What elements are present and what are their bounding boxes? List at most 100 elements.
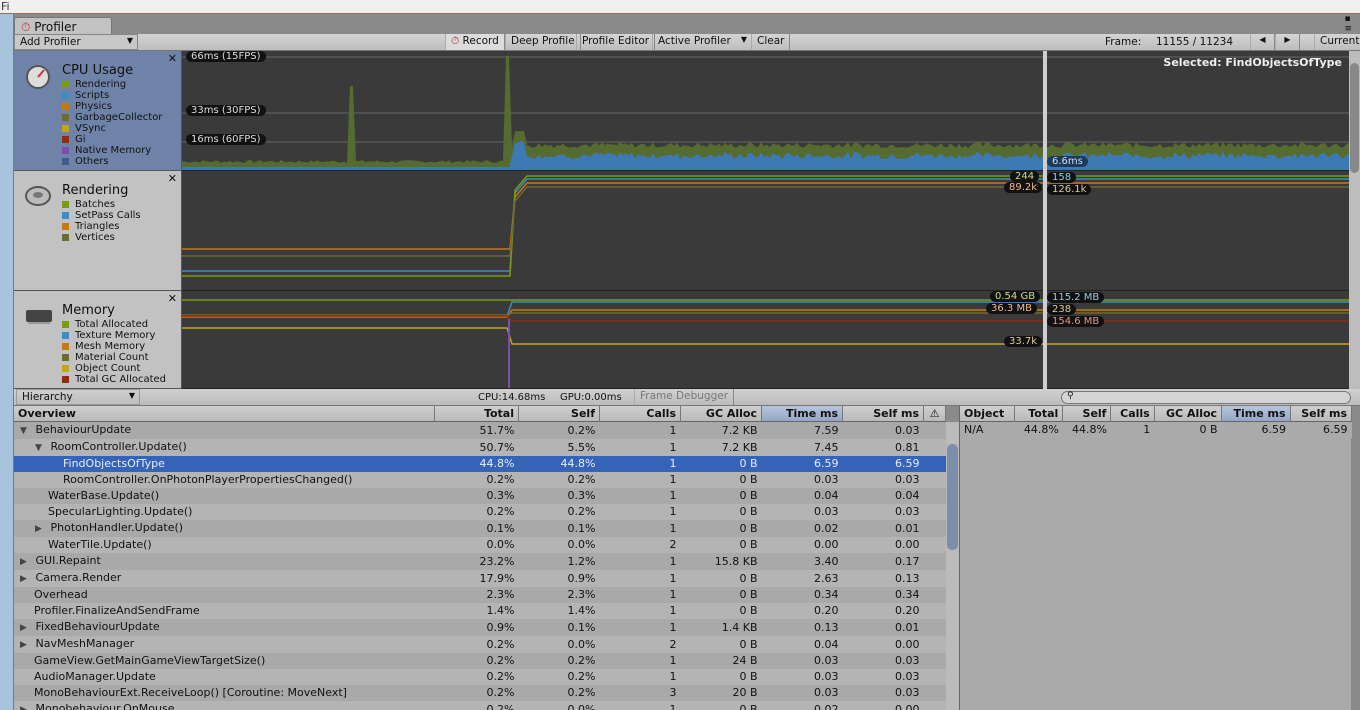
legend-item[interactable]: Physics: [62, 101, 162, 112]
cell: 2: [599, 537, 681, 553]
table-row[interactable]: ▶ GUI.Repaint 23.2% 1.2% 1 15.8 KB 3.40 0.17: [14, 553, 946, 570]
legend-item[interactable]: Object Count: [62, 363, 166, 374]
column-header[interactable]: Overview: [14, 406, 435, 422]
row-name: SpecularLighting.Update(): [48, 505, 193, 518]
table-row[interactable]: ▶ NavMeshManager 0.2% 0.0% 2 0 B 0.04 0.00: [14, 636, 946, 653]
record-button[interactable]: ⏱ Record: [445, 34, 505, 50]
table-row[interactable]: ▶ Monobehaviour.OnMouse 0.2% 0.0% 1 0 B 0.02 0…: [14, 701, 946, 710]
expand-toggle-icon[interactable]: ▶: [35, 521, 47, 537]
expand-toggle-icon[interactable]: ▶: [20, 637, 32, 653]
deep-profile-button[interactable]: Deep Profile: [505, 34, 581, 50]
memory-legend: Total Allocated Texture Memory Mesh Memory…: [62, 319, 166, 385]
legend-item[interactable]: Mesh Memory: [62, 341, 166, 352]
table-row[interactable]: Profiler.FinalizeAndSendFrame 1.4% 1.4% 1 0 …: [14, 603, 946, 619]
memory-chart[interactable]: 0.54 GB 36.3 MB 33.7k 115.2 MB 238 154.6…: [182, 291, 1350, 389]
table-row[interactable]: FindObjectsOfType 44.8% 44.8% 1 0 B 6.59 6.59: [14, 456, 946, 472]
legend-item[interactable]: Others: [62, 156, 162, 167]
legend-item[interactable]: Total GC Allocated: [62, 374, 166, 385]
charts-scrollbar[interactable]: [1349, 51, 1360, 389]
expand-toggle-icon[interactable]: ▶: [20, 702, 32, 710]
column-header[interactable]: Total: [434, 406, 519, 422]
frame-cursor[interactable]: [1043, 51, 1047, 389]
column-header[interactable]: Self: [518, 406, 600, 422]
cpu-chart[interactable]: 66ms (15FPS) 33ms (30FPS) 16ms (60FPS) S…: [182, 51, 1350, 171]
legend-item[interactable]: Native Memory: [62, 145, 162, 156]
legend-item[interactable]: Vertices: [62, 232, 141, 243]
next-frame-button[interactable]: ▶: [1275, 34, 1300, 50]
rendering-chart[interactable]: 244 89.2k 158 126.1k: [182, 171, 1350, 291]
column-header[interactable]: Self ms: [842, 406, 924, 422]
warning-icon[interactable]: ⚠: [923, 406, 946, 422]
expand-toggle-icon[interactable]: ▼: [35, 440, 47, 456]
table-row[interactable]: Overhead 2.3% 2.3% 1 0 B 0.34 0.34: [14, 587, 946, 603]
legend-item[interactable]: SetPass Calls: [62, 210, 141, 221]
expand-toggle-icon[interactable]: ▶: [20, 620, 32, 636]
column-label: Self: [571, 407, 595, 420]
table-row[interactable]: ▼ RoomController.Update() 50.7% 5.5% 1 7.2 K…: [14, 439, 946, 456]
tab-profiler[interactable]: ⏱ Profiler: [14, 17, 112, 35]
cell: 17.9%: [434, 570, 519, 587]
table-row[interactable]: ▶ PhotonHandler.Update() 0.1% 0.1% 1 0 B 0.02…: [14, 520, 946, 537]
column-header[interactable]: Object: [960, 406, 1016, 422]
legend-item[interactable]: VSync: [62, 123, 162, 134]
column-header[interactable]: GC Alloc: [680, 406, 762, 422]
table-row[interactable]: MonoBehaviourExt.ReceiveLoop() [Coroutin…: [14, 685, 946, 701]
table-row[interactable]: ▶ FixedBehaviourUpdate 0.9% 0.1% 1 1.4 KB 0.1…: [14, 619, 946, 636]
frame-debugger-button[interactable]: Frame Debugger: [634, 389, 735, 405]
add-profiler-dropdown[interactable]: Add Profiler ▼: [14, 34, 138, 50]
details-row[interactable]: N/A 44.8% 44.8% 1 0 B 6.59 6.59: [960, 422, 1352, 438]
column-header[interactable]: Calls: [1110, 406, 1155, 422]
column-label: Self ms: [1301, 407, 1347, 420]
legend-item[interactable]: Texture Memory: [62, 330, 166, 341]
table-row[interactable]: ▼ BehaviourUpdate 51.7% 0.2% 1 7.2 KB 7.59 0.0…: [14, 422, 946, 439]
legend-item[interactable]: Gi: [62, 134, 162, 145]
legend-item[interactable]: Rendering: [62, 79, 162, 90]
table-row[interactable]: WaterBase.Update() 0.3% 0.3% 1 0 B 0.04 0.04: [14, 488, 946, 504]
cell: 0.0%: [518, 701, 600, 710]
table-scrollbar[interactable]: [946, 422, 959, 710]
column-header[interactable]: Self: [1062, 406, 1112, 422]
memory-chip-icon: [26, 310, 52, 324]
active-profiler-dropdown[interactable]: Active Profiler ▼: [652, 34, 752, 50]
window-menu-icon[interactable]: ▪ ≡: [1344, 14, 1352, 34]
column-header[interactable]: Self ms: [1290, 406, 1353, 422]
table-row[interactable]: AudioManager.Update 0.2% 0.2% 1 0 B 0.03 0.03: [14, 669, 946, 685]
close-icon[interactable]: ✕: [168, 52, 177, 65]
column-header[interactable]: Time ms: [1221, 406, 1291, 422]
grid-label-66ms: 66ms (15FPS): [186, 51, 266, 62]
table-row[interactable]: GameView.GetMainGameViewTargetSize() 0.2%…: [14, 653, 946, 669]
view-dropdown[interactable]: Hierarchy ▼: [16, 389, 140, 405]
legend-item[interactable]: Total Allocated: [62, 319, 166, 330]
column-header[interactable]: GC Alloc: [1154, 406, 1223, 422]
expand-toggle-icon[interactable]: ▼: [20, 423, 32, 439]
cell: 7.59: [761, 422, 843, 439]
column-header[interactable]: Total: [1014, 406, 1064, 422]
clear-button[interactable]: Clear: [751, 34, 791, 50]
cpu-usage-panel[interactable]: CPU Usage Rendering Scripts Physics Garbage…: [14, 51, 182, 171]
cell: 0.03: [761, 472, 843, 488]
close-icon[interactable]: ✕: [168, 172, 177, 185]
column-header[interactable]: Calls: [599, 406, 681, 422]
current-frame-button[interactable]: Current: [1314, 34, 1360, 50]
cell: 0.1%: [518, 619, 600, 636]
search-input[interactable]: ⚲: [1061, 391, 1351, 404]
column-label: Calls: [1120, 407, 1150, 420]
column-header[interactable]: Time ms: [761, 406, 843, 422]
table-row[interactable]: RoomController.OnPhotonPlayerPropertiesC…: [14, 472, 946, 488]
profile-editor-button[interactable]: Profile Editor: [576, 34, 656, 50]
table-row[interactable]: SpecularLighting.Update() 0.2% 0.2% 1 0 B 0.0…: [14, 504, 946, 520]
legend-item[interactable]: Batches: [62, 199, 141, 210]
legend-item[interactable]: Material Count: [62, 352, 166, 363]
rendering-panel[interactable]: Rendering Batches SetPass Calls Triangles V…: [14, 171, 182, 291]
legend-item[interactable]: Scripts: [62, 90, 162, 101]
table-row[interactable]: ▶ Camera.Render 17.9% 0.9% 1 0 B 2.63 0.13: [14, 570, 946, 587]
expand-toggle-icon[interactable]: ▶: [20, 554, 32, 570]
memory-panel[interactable]: Memory Total Allocated Texture Memory Mesh…: [14, 291, 182, 389]
legend-item[interactable]: Triangles: [62, 221, 141, 232]
legend-item[interactable]: GarbageCollector: [62, 112, 162, 123]
expand-toggle-icon[interactable]: ▶: [20, 571, 32, 587]
prev-frame-button[interactable]: ◀: [1250, 34, 1275, 50]
cell: 6.59: [842, 456, 924, 472]
close-icon[interactable]: ✕: [168, 292, 177, 305]
table-row[interactable]: WaterTile.Update() 0.0% 0.0% 2 0 B 0.00 0.00: [14, 537, 946, 553]
